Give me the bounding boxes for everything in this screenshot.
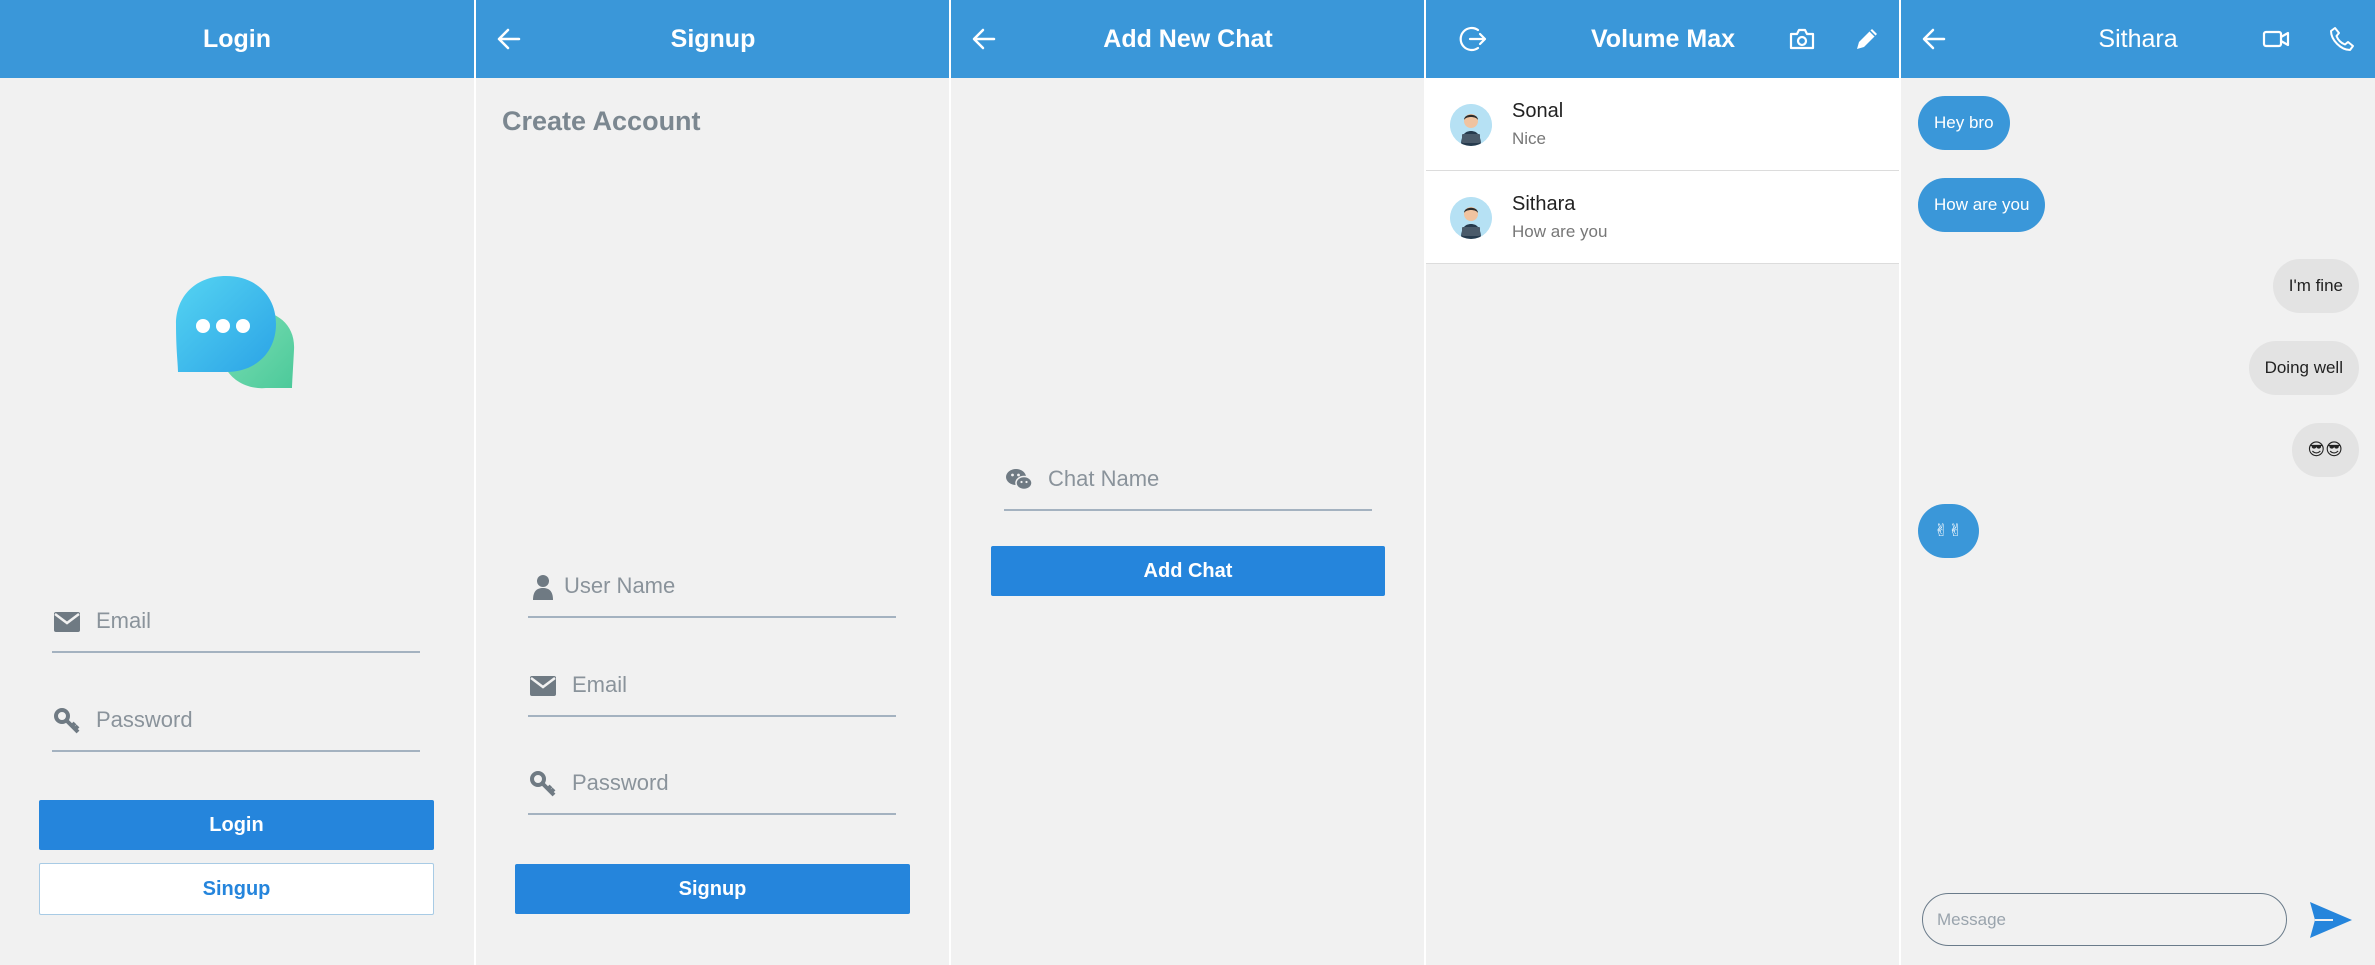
pencil-icon[interactable] [1850,22,1884,56]
last-message: Nice [1512,129,1547,148]
message-bubble-incoming: ✌✌ [1918,504,1979,558]
email-field [528,661,896,717]
app-bar: Add New Chat [951,0,1425,78]
logout-icon[interactable] [1456,22,1490,56]
message-bubble-outgoing: Doing well [2248,341,2359,395]
phone-icon[interactable] [2325,22,2359,56]
video-camera-icon[interactable] [2259,22,2293,56]
conversation-screen: Sithara Hey bro How are you I'm fine Doi… [1901,0,2375,965]
panel-divider [474,0,476,965]
message-bubble-outgoing: I'm fine [2272,259,2359,313]
panel-divider [1899,0,1901,965]
password-input[interactable] [572,765,896,801]
chat-name: Sonal [1512,100,1564,122]
chat-name: Sithara [1512,193,1576,215]
page-title: Add New Chat [1103,25,1273,53]
app-bar: Sithara [1901,0,2375,78]
message-bubble-outgoing: 😎😎 [2291,423,2359,477]
camera-icon[interactable] [1785,22,1819,56]
app-bar: Volume Max [1426,0,1900,78]
add-chat-screen: Add New Chat Add Chat [951,0,1425,965]
login-screen: Login Login [0,0,474,965]
add-chat-button[interactable]: Add Chat [991,546,1385,596]
key-icon [52,706,82,736]
page-title: Volume Max [1590,25,1736,53]
page-title: Signup [670,25,756,53]
chat-bubbles-logo-icon [174,274,298,392]
signup-button[interactable]: Signup [515,864,910,914]
page-heading: Create Account [502,106,701,136]
chat-name-input[interactable] [1048,461,1372,497]
signup-button[interactable]: Singup [39,863,434,915]
user-icon [528,572,558,602]
avatar [1450,197,1492,239]
chat-list-screen: Volume Max Sonal Nice Sithara How are yo… [1426,0,1900,965]
key-icon [528,769,558,799]
panel-divider [1424,0,1426,965]
envelope-icon [528,671,558,701]
password-field [52,696,420,752]
login-button[interactable]: Login [39,800,434,850]
username-input[interactable] [564,568,896,604]
email-input[interactable] [96,603,420,639]
last-message: How are you [1512,222,1608,241]
message-input[interactable] [1937,906,2272,934]
chat-list-item[interactable]: Sithara How are you [1426,171,1900,264]
chat-name-field [1004,455,1372,511]
page-title: Login [202,25,272,53]
message-bubble-incoming: How are you [1918,178,2046,232]
password-input[interactable] [96,702,420,738]
wechat-icon [1004,465,1034,495]
arrow-left-icon[interactable] [967,22,1001,56]
email-input[interactable] [572,667,896,703]
chat-list-item[interactable]: Sonal Nice [1426,78,1900,171]
message-bubble-incoming: Hey bro [1918,96,2010,150]
page-title: Sithara [2098,25,2178,53]
signup-screen: Signup Create Account Signup [476,0,950,965]
password-field [528,759,896,815]
send-icon[interactable] [2307,896,2355,944]
message-field [1922,893,2287,946]
username-field [528,562,896,618]
arrow-left-icon[interactable] [1917,22,1951,56]
panel-divider [949,0,951,965]
arrow-left-icon[interactable] [492,22,526,56]
app-bar: Login [0,0,474,78]
app-bar: Signup [476,0,950,78]
email-field [52,597,420,653]
envelope-icon [52,607,82,637]
avatar [1450,104,1492,146]
